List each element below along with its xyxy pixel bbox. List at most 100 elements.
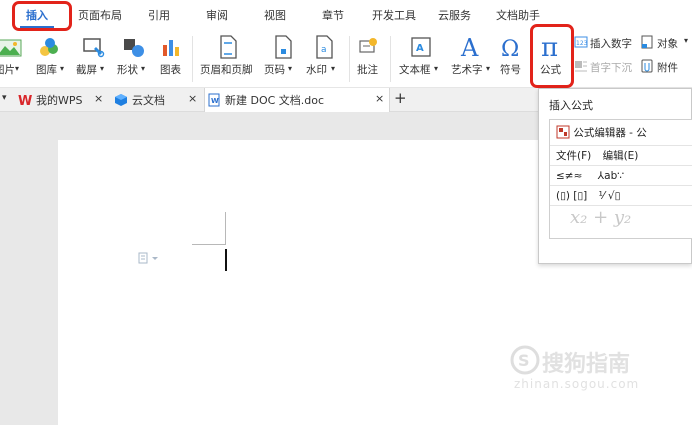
- tab-developer[interactable]: 开发工具: [372, 7, 416, 23]
- chart-label: 图表: [160, 64, 181, 76]
- tab-list-chevron-icon[interactable]: ▾: [2, 93, 7, 103]
- wordart-button[interactable]: A 艺术字 ▾: [450, 32, 490, 88]
- tab-current-document[interactable]: W 新建 DOC 文档.doc ×: [204, 88, 390, 112]
- svg-text:123: 123: [576, 40, 588, 47]
- chevron-down-icon: ▾: [434, 64, 439, 73]
- drop-cap-button[interactable]: 首字下沉: [574, 58, 636, 76]
- formula-editor-preview[interactable]: 公式编辑器 - 公 文件(F) 编辑(E) ≤≠≈ ⅄ab∵ (▯) [▯] ⅟…: [549, 119, 692, 239]
- svg-text:W: W: [211, 97, 219, 105]
- wordart-label: 艺术字: [451, 64, 483, 76]
- close-icon[interactable]: ×: [188, 92, 197, 105]
- number-icon: 123: [574, 36, 588, 48]
- watermark-label: 水印: [306, 64, 327, 76]
- textbox-icon: A: [411, 37, 431, 57]
- fences-palette: (▯) [▯]: [556, 190, 588, 202]
- shapes-icon: [124, 39, 144, 57]
- chevron-down-icon: ▾: [141, 64, 146, 73]
- gallery-icon: [40, 38, 58, 56]
- tab-cloud-service[interactable]: 云服务: [438, 7, 471, 23]
- wordart-icon: A: [460, 34, 479, 60]
- doc-file-icon: W: [208, 93, 220, 107]
- chevron-down-icon: ▾: [15, 64, 20, 73]
- screenshot-icon: [83, 38, 105, 58]
- svg-text:S: S: [518, 351, 530, 370]
- tab-current-document-label: 新建 DOC 文档.doc: [225, 94, 325, 107]
- attachment-button[interactable]: 附件: [640, 58, 690, 76]
- object-button[interactable]: 对象 ▾: [640, 34, 692, 52]
- screenshot-label: 截屏: [76, 64, 97, 76]
- tab-references[interactable]: 引用: [148, 7, 170, 23]
- editor-menu-edit: 编辑(E): [602, 150, 639, 162]
- omega-icon: Ω: [501, 37, 519, 60]
- drop-cap-label: 首字下沉: [590, 62, 632, 74]
- watermark-button[interactable]: a 水印 ▾: [304, 32, 344, 88]
- comment-button[interactable]: 批注: [354, 32, 384, 88]
- formula-preview: x₂ + y₂: [570, 207, 632, 228]
- header-footer-icon: [220, 35, 237, 59]
- formula-editor-icon: [556, 125, 570, 139]
- watermark-icon: a: [316, 35, 333, 59]
- svg-text:a: a: [321, 45, 327, 55]
- paragraph-layout-icon[interactable]: [138, 252, 160, 264]
- tab-cloud-docs-label: 云文档: [132, 94, 165, 107]
- chevron-down-icon: ▾: [288, 64, 293, 73]
- formula-button[interactable]: π 公式: [530, 24, 574, 88]
- editor-title: 公式编辑器 - 公: [573, 127, 647, 139]
- insert-number-button[interactable]: 123 插入数字: [574, 34, 638, 52]
- editor-menu-file: 文件(F): [556, 150, 592, 162]
- text-cursor: [225, 249, 227, 271]
- tab-sections[interactable]: 章节: [322, 7, 344, 23]
- page-number-button[interactable]: 页码 ▾: [264, 32, 302, 88]
- shapes-button[interactable]: 形状 ▾: [116, 32, 156, 88]
- chevron-down-icon: ▾: [331, 64, 336, 73]
- page-number-icon: [275, 35, 292, 59]
- margin-mark: [225, 212, 226, 245]
- highlight-insert-tab: [12, 1, 72, 31]
- editor-symbol-row: ≤≠≈ ⅄ab∵: [550, 166, 692, 186]
- popup-title: 插入公式: [549, 99, 593, 112]
- close-icon[interactable]: ×: [375, 92, 384, 105]
- symbol-button[interactable]: Ω 符号: [496, 32, 524, 88]
- close-icon[interactable]: ×: [94, 92, 103, 105]
- tab-page-layout[interactable]: 页面布局: [78, 7, 122, 23]
- spacing-palette: ⅄ab∵: [597, 170, 624, 182]
- insert-number-label: 插入数字: [590, 38, 632, 50]
- formula-label: 公式: [540, 64, 561, 76]
- editor-menubar: 文件(F) 编辑(E): [550, 146, 692, 166]
- margin-mark: [192, 244, 226, 245]
- wps-logo-icon: W: [18, 94, 32, 107]
- picture-label: 图片: [0, 64, 15, 76]
- screenshot-button[interactable]: 截屏 ▾: [76, 32, 114, 88]
- ribbon-separator: [192, 36, 193, 82]
- watermark-brand: 搜狗指南: [542, 352, 631, 377]
- tab-my-wps[interactable]: W 我的WPS ×: [18, 88, 104, 112]
- header-footer-label: 页眉和页脚: [200, 64, 253, 76]
- tab-doc-assistant[interactable]: 文档助手: [496, 7, 540, 23]
- ribbon-separator: [349, 36, 350, 82]
- textbox-button[interactable]: A 文本框 ▾: [396, 32, 444, 88]
- object-icon: [641, 35, 653, 49]
- picture-button[interactable]: 图片 ▾: [0, 32, 28, 88]
- watermark-url: zhinan.sogou.com: [514, 377, 640, 391]
- comment-label: 批注: [357, 64, 378, 76]
- fractions-palette: ⅟ √▯: [598, 190, 621, 202]
- header-footer-button[interactable]: 页眉和页脚: [198, 32, 258, 88]
- tab-cloud-docs[interactable]: 云文档 ×: [112, 88, 202, 112]
- svg-text:W: W: [18, 94, 32, 107]
- tab-review[interactable]: 审阅: [206, 7, 228, 23]
- chevron-down-icon: ▾: [486, 64, 491, 73]
- chart-button[interactable]: 图表: [158, 32, 188, 88]
- shapes-label: 形状: [117, 64, 138, 76]
- tab-my-wps-label: 我的WPS: [36, 94, 83, 107]
- symbol-label: 符号: [500, 64, 521, 76]
- gallery-button[interactable]: 图库 ▾: [34, 32, 72, 88]
- relations-palette: ≤≠≈: [556, 170, 583, 182]
- svg-text:A: A: [460, 34, 479, 60]
- svg-text:π: π: [541, 33, 558, 60]
- new-tab-button[interactable]: +: [394, 89, 407, 107]
- tab-view[interactable]: 视图: [264, 7, 286, 23]
- picture-icon: [0, 39, 22, 57]
- editor-titlebar: 公式编辑器 - 公: [550, 120, 692, 146]
- chevron-down-icon: ▾: [684, 36, 689, 45]
- ribbon-toolbar: 图片 ▾ 图库 ▾ 截屏 ▾ 形状 ▾: [0, 24, 692, 88]
